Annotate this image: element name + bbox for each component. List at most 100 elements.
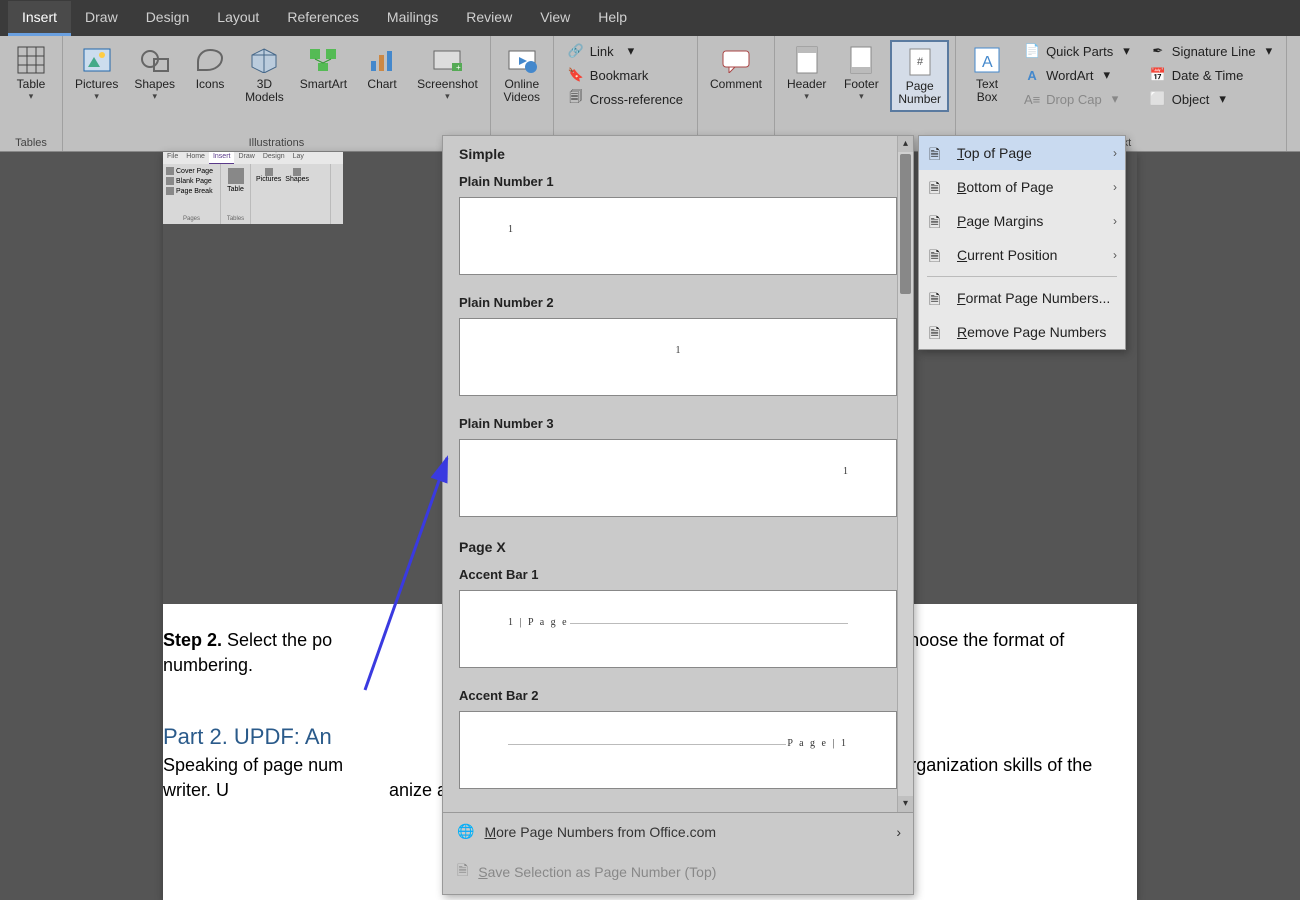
footer-icon xyxy=(845,44,877,76)
menu-remove-page-numbers[interactable]: 🗎Remove Page Numbers xyxy=(919,315,1125,349)
icons-label: Icons xyxy=(196,78,225,91)
header-label: Header xyxy=(787,78,826,91)
page-number-button[interactable]: # Page Number xyxy=(890,40,949,112)
gallery-item-plain3[interactable]: 1 xyxy=(459,439,897,517)
step-text-1: Select the po xyxy=(222,630,332,650)
footer-button[interactable]: Footer▾ xyxy=(836,40,886,106)
more-page-numbers[interactable]: 🌐More Page Numbers from Office.com› xyxy=(443,813,913,850)
mini-tab-draw: Draw xyxy=(234,152,258,164)
text-box-label: Text Box xyxy=(976,78,998,104)
mini-cover: Cover Page xyxy=(176,168,213,175)
crossref-label: Cross-reference xyxy=(590,92,683,107)
signature-line-button[interactable]: ✒Signature Line▾ xyxy=(1142,40,1280,62)
object-label: Object xyxy=(1172,92,1210,107)
3d-models-button[interactable]: 3D Models xyxy=(239,40,290,108)
page-icon: 🗎 xyxy=(929,246,947,264)
gallery-scrollbar[interactable]: ▴ ▾ xyxy=(897,136,913,812)
svg-text:A: A xyxy=(982,54,993,71)
online-videos-button[interactable]: Online Videos xyxy=(497,40,547,108)
tab-bar: Insert Draw Design Layout References Mai… xyxy=(0,0,1300,36)
datetime-label: Date & Time xyxy=(1172,68,1244,83)
tab-layout[interactable]: Layout xyxy=(203,1,273,36)
sigline-label: Signature Line xyxy=(1172,44,1256,59)
svg-text:#: # xyxy=(917,56,924,68)
mini-pages-label: Pages xyxy=(166,216,217,222)
bookmark-button[interactable]: 🔖Bookmark xyxy=(560,64,691,86)
object-button[interactable]: ⬜Object▾ xyxy=(1142,88,1280,110)
wordart-button[interactable]: AWordArt▾ xyxy=(1016,64,1138,86)
date-time-button[interactable]: 📅Date & Time xyxy=(1142,64,1280,86)
tab-mailings[interactable]: Mailings xyxy=(373,1,452,36)
menu-current-position[interactable]: 🗎Current Position› xyxy=(919,238,1125,272)
menu-format-label: ormat Page Numbers... xyxy=(966,290,1111,306)
mini-tables-label: Tables xyxy=(227,216,244,222)
menu-margins-label: age Margins xyxy=(966,213,1043,229)
menu-bottom-of-page[interactable]: 🗎Bottom of Page› xyxy=(919,170,1125,204)
gallery-item-plain2[interactable]: 1 xyxy=(459,318,897,396)
screenshot-label: Screenshot xyxy=(417,78,478,91)
page-number-icon: # xyxy=(904,46,936,78)
save-label: ave Selection as Page Number (Top) xyxy=(488,864,717,880)
save-icon: 🗎 xyxy=(457,860,468,884)
header-button[interactable]: Header▾ xyxy=(781,40,832,106)
cube-icon xyxy=(248,44,280,76)
annotation-arrow xyxy=(355,450,455,700)
mini-table: Table xyxy=(227,186,244,193)
page-icon: 🗎 xyxy=(929,144,947,162)
shapes-button[interactable]: Shapes▾ xyxy=(128,40,181,106)
smartart-button[interactable]: SmartArt xyxy=(294,40,353,95)
quickparts-icon: 📄 xyxy=(1024,43,1040,59)
mini-tab-design: Design xyxy=(259,152,289,164)
tab-draw[interactable]: Draw xyxy=(71,1,132,36)
chart-label: Chart xyxy=(367,78,396,91)
pictures-button[interactable]: Pictures▾ xyxy=(69,40,124,106)
link-button[interactable]: 🔗Link ▾ xyxy=(560,40,691,62)
tab-design[interactable]: Design xyxy=(132,1,204,36)
footer-label: Footer xyxy=(844,78,879,91)
page-number-label: Page Number xyxy=(898,80,941,106)
chevron-right-icon: › xyxy=(1113,146,1117,160)
tab-references[interactable]: References xyxy=(273,1,373,36)
more-label: ore Page Numbers from Office.com xyxy=(496,824,716,840)
tab-review[interactable]: Review xyxy=(452,1,526,36)
drop-cap-button[interactable]: A≡Drop Cap▾ xyxy=(1016,88,1138,110)
menu-top-label: op of Page xyxy=(964,145,1032,161)
mini-tab-lay: Lay xyxy=(289,152,308,164)
tab-insert[interactable]: Insert xyxy=(8,1,71,36)
para-1: Speaking of page num xyxy=(163,755,343,775)
mini-tab-home: Home xyxy=(182,152,209,164)
chart-button[interactable]: Chart xyxy=(357,40,407,95)
pictures-label: Pictures xyxy=(75,78,118,91)
gallery-item-accent2[interactable]: P a g e | 1 xyxy=(459,711,897,789)
quick-parts-button[interactable]: 📄Quick Parts▾ xyxy=(1016,40,1138,62)
pictures-icon xyxy=(81,44,113,76)
scroll-down-arrow[interactable]: ▾ xyxy=(898,796,913,812)
tab-view[interactable]: View xyxy=(526,1,584,36)
cross-reference-button[interactable]: 🗐Cross-reference xyxy=(560,88,691,110)
text-box-button[interactable]: A Text Box xyxy=(962,40,1012,108)
menu-bottom-label: ottom of Page xyxy=(966,179,1053,195)
models-label: 3D Models xyxy=(245,78,284,104)
menu-format-page-numbers[interactable]: 🗎Format Page Numbers... xyxy=(919,281,1125,315)
mini-pictures: Pictures xyxy=(256,176,281,183)
table-button[interactable]: Table ▾ xyxy=(6,40,56,106)
menu-page-margins[interactable]: 🗎Page Margins› xyxy=(919,204,1125,238)
scroll-thumb[interactable] xyxy=(900,154,911,294)
icons-button[interactable]: Icons xyxy=(185,40,235,95)
menu-top-of-page[interactable]: 🗎Top of Page› xyxy=(919,136,1125,170)
group-illus-label: Illustrations xyxy=(69,135,484,149)
text-box-icon: A xyxy=(971,44,1003,76)
object-icon: ⬜ xyxy=(1150,91,1166,107)
screenshot-button[interactable]: +Screenshot▾ xyxy=(411,40,484,106)
tab-help[interactable]: Help xyxy=(584,1,641,36)
gallery-item-plain1[interactable]: 1 xyxy=(459,197,897,275)
scroll-up-arrow[interactable]: ▴ xyxy=(898,136,913,152)
dropcap-label: Drop Cap xyxy=(1046,92,1102,107)
comment-button[interactable]: Comment xyxy=(704,40,768,95)
gallery-item-accent1[interactable]: 1 | P a g e xyxy=(459,590,897,668)
format-icon: 🗎 xyxy=(929,289,947,307)
header-icon xyxy=(791,44,823,76)
gallery-label-accent1: Accent Bar 1 xyxy=(443,559,913,586)
gallery-label-accent2: Accent Bar 2 xyxy=(443,680,913,707)
mini-ribbon: File Home Insert Draw Design Lay Cover P… xyxy=(163,152,343,224)
